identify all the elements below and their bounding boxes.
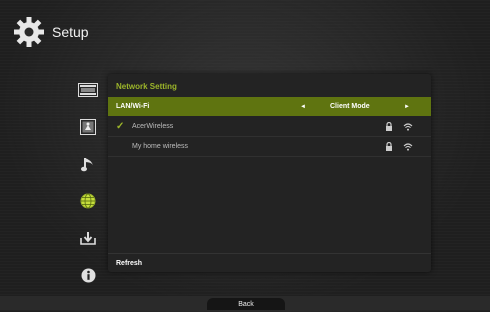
network-setting-panel: Network Setting LAN/Wi-Fi ◄ Client Mode …: [108, 74, 431, 272]
sidebar-item-system[interactable]: [70, 228, 106, 248]
network-name: AcerWireless: [132, 123, 174, 130]
lan-wifi-label: LAN/Wi-Fi: [116, 103, 150, 110]
check-icon: ✓: [116, 121, 125, 132]
arrow-right-icon[interactable]: ►: [404, 104, 410, 110]
film-icon: [78, 83, 98, 97]
network-item-my-home-wireless[interactable]: My home wireless: [108, 137, 431, 157]
back-button[interactable]: Back: [207, 298, 285, 310]
lan-wifi-row[interactable]: LAN/Wi-Fi ◄ Client Mode ►: [108, 97, 431, 116]
header: Setup: [12, 14, 89, 50]
music-note-icon: [81, 158, 93, 172]
globe-icon: [80, 193, 96, 209]
wifi-icon: [403, 122, 413, 131]
page-title: Setup: [52, 24, 89, 40]
lock-icon: [386, 142, 392, 151]
sidebar-item-music[interactable]: [70, 154, 106, 174]
wifi-icon: [403, 142, 413, 151]
lan-mode-value: Client Mode: [330, 103, 370, 110]
network-item-acerwireless[interactable]: ✓ AcerWireless: [108, 117, 431, 137]
download-icon: [80, 232, 96, 245]
info-icon: [81, 268, 95, 282]
sidebar-item-photo[interactable]: [70, 117, 106, 137]
lock-icon: [386, 122, 392, 131]
sidebar-item-info[interactable]: [70, 265, 106, 285]
refresh-label: Refresh: [116, 260, 143, 267]
photo-icon: [80, 119, 96, 135]
sidebar-item-video[interactable]: [70, 80, 106, 100]
sidebar-item-network[interactable]: [70, 191, 106, 211]
refresh-button[interactable]: Refresh: [108, 253, 431, 272]
panel-title: Network Setting: [116, 82, 177, 91]
gear-icon: [14, 17, 44, 47]
arrow-left-icon[interactable]: ◄: [300, 104, 306, 110]
network-name: My home wireless: [132, 143, 189, 150]
